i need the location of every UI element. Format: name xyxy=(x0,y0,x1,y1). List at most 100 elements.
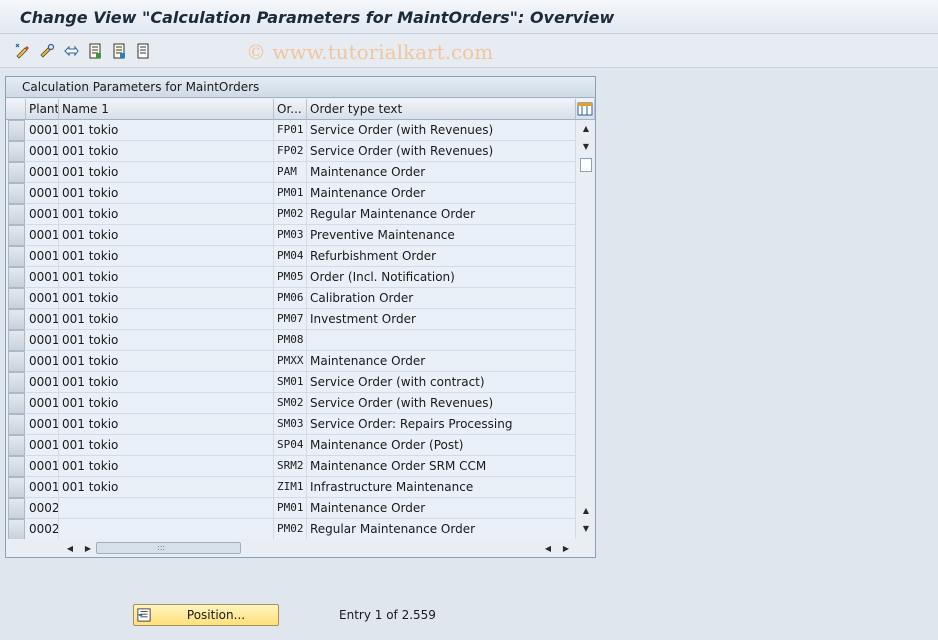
deselect-icon[interactable] xyxy=(134,42,152,60)
cell-order-text[interactable]: Service Order (with Revenues) xyxy=(307,393,576,414)
cell-plant[interactable]: 0001 xyxy=(26,204,59,225)
cell-plant[interactable]: 0001 xyxy=(26,477,59,498)
cell-name[interactable]: 001 tokio xyxy=(59,267,274,288)
cell-name[interactable]: 001 tokio xyxy=(59,414,274,435)
cell-plant[interactable]: 0001 xyxy=(26,393,59,414)
cell-plant[interactable]: 0001 xyxy=(26,288,59,309)
cell-plant[interactable]: 0001 xyxy=(26,372,59,393)
change-display-icon[interactable] xyxy=(14,42,32,60)
row-selector[interactable] xyxy=(8,393,25,414)
cell-name[interactable]: 001 tokio xyxy=(59,183,274,204)
cell-order-type[interactable]: FP01 xyxy=(274,120,307,141)
cell-order-type[interactable]: PMXX xyxy=(274,351,307,372)
table-row[interactable]: 0001 001 tokio PMXX Maintenance Order xyxy=(6,351,595,372)
cell-order-type[interactable]: FP02 xyxy=(274,141,307,162)
cell-order-text[interactable]: Maintenance Order (Post) xyxy=(307,435,576,456)
row-selector[interactable] xyxy=(8,225,25,246)
cell-name[interactable]: 001 tokio xyxy=(59,204,274,225)
row-selector[interactable] xyxy=(8,435,25,456)
refresh-icon[interactable] xyxy=(62,42,80,60)
cell-name[interactable]: 001 tokio xyxy=(59,393,274,414)
table-row[interactable]: 0001 001 tokio PM03 Preventive Maintenance xyxy=(6,225,595,246)
row-selector[interactable] xyxy=(8,414,25,435)
row-selector[interactable] xyxy=(8,204,25,225)
row-selector[interactable] xyxy=(8,162,25,183)
cell-order-type[interactable]: PM02 xyxy=(274,519,307,540)
table-row[interactable]: 0001 001 tokio SM02 Service Order (with Rev… xyxy=(6,393,595,414)
cell-name[interactable]: 001 tokio xyxy=(59,162,274,183)
cell-order-text[interactable]: Refurbishment Order xyxy=(307,246,576,267)
column-header-order-type[interactable]: Or... xyxy=(274,99,307,120)
cell-order-text[interactable]: Maintenance Order xyxy=(307,498,576,519)
table-row[interactable]: 0002 PM01 Maintenance Order xyxy=(6,498,595,519)
cell-order-text[interactable]: Investment Order xyxy=(307,309,576,330)
cell-name[interactable]: 001 tokio xyxy=(59,477,274,498)
cell-order-type[interactable]: ZIM1 xyxy=(274,477,307,498)
cell-plant[interactable]: 0001 xyxy=(26,183,59,204)
table-row[interactable]: 0001 001 tokio FP02 Service Order (with Rev… xyxy=(6,141,595,162)
cell-plant[interactable]: 0001 xyxy=(26,414,59,435)
scroll-up-icon[interactable]: ▲ xyxy=(578,121,594,135)
cell-name[interactable]: 001 tokio xyxy=(59,309,274,330)
row-selector[interactable] xyxy=(8,372,25,393)
other-entries-icon[interactable] xyxy=(38,42,56,60)
table-row[interactable]: 0001 001 tokio PM08 xyxy=(6,330,595,351)
scroll-left-icon[interactable]: ◀ xyxy=(62,541,78,555)
cell-order-text[interactable]: Service Order (with Revenues) xyxy=(307,141,576,162)
cell-plant[interactable]: 0002 xyxy=(26,519,59,540)
row-selector[interactable] xyxy=(8,309,25,330)
cell-order-type[interactable]: PM07 xyxy=(274,309,307,330)
scroll-page-down-icon[interactable]: ▼ xyxy=(578,521,594,535)
cell-name[interactable]: 001 tokio xyxy=(59,456,274,477)
table-row[interactable]: 0001 001 tokio SP04 Maintenance Order (Post… xyxy=(6,435,595,456)
row-selector[interactable] xyxy=(8,141,25,162)
row-selector[interactable] xyxy=(8,330,25,351)
row-selector[interactable] xyxy=(8,183,25,204)
cell-order-type[interactable]: PM08 xyxy=(274,330,307,351)
save-list-icon[interactable] xyxy=(86,42,104,60)
cell-plant[interactable]: 0001 xyxy=(26,435,59,456)
row-selector[interactable] xyxy=(8,477,25,498)
cell-name[interactable]: 001 tokio xyxy=(59,351,274,372)
cell-order-text[interactable]: Service Order: Repairs Processing xyxy=(307,414,576,435)
cell-order-text[interactable]: Infrastructure Maintenance xyxy=(307,477,576,498)
vertical-scrollbar[interactable]: ▲ ▼ ▲ ▼ xyxy=(576,99,594,539)
table-row[interactable]: 0001 001 tokio PM01 Maintenance Order xyxy=(6,183,595,204)
position-button[interactable]: Position... xyxy=(133,604,279,626)
table-row[interactable]: 0001 001 tokio PM06 Calibration Order xyxy=(6,288,595,309)
cell-order-text[interactable] xyxy=(307,330,576,351)
cell-plant[interactable]: 0001 xyxy=(26,330,59,351)
scroll-left-end-icon[interactable]: ◀ xyxy=(540,541,556,555)
table-row[interactable]: 0001 001 tokio FP01 Service Order (with Rev… xyxy=(6,120,595,141)
row-selector[interactable] xyxy=(8,519,25,540)
table-row[interactable]: 0001 001 tokio SRM2 Maintenance Order SRM C… xyxy=(6,456,595,477)
cell-order-text[interactable]: Calibration Order xyxy=(307,288,576,309)
cell-plant[interactable]: 0002 xyxy=(26,498,59,519)
cell-name[interactable]: 001 tokio xyxy=(59,120,274,141)
cell-order-type[interactable]: PM05 xyxy=(274,267,307,288)
cell-order-type[interactable]: SRM2 xyxy=(274,456,307,477)
cell-order-text[interactable]: Regular Maintenance Order xyxy=(307,519,576,540)
scroll-down-icon[interactable]: ▼ xyxy=(578,139,594,153)
cell-name[interactable]: 001 tokio xyxy=(59,330,274,351)
table-row[interactable]: 0001 001 tokio PM05 Order (Incl. Notificati… xyxy=(6,267,595,288)
cell-plant[interactable]: 0001 xyxy=(26,351,59,372)
row-selector[interactable] xyxy=(8,120,25,141)
cell-plant[interactable]: 0001 xyxy=(26,246,59,267)
cell-order-text[interactable]: Maintenance Order xyxy=(307,183,576,204)
cell-order-type[interactable]: PM03 xyxy=(274,225,307,246)
cell-name[interactable]: 001 tokio xyxy=(59,372,274,393)
cell-order-type[interactable]: SM01 xyxy=(274,372,307,393)
table-row[interactable]: 0001 001 tokio SM03 Service Order: Repairs … xyxy=(6,414,595,435)
row-selector[interactable] xyxy=(8,498,25,519)
cell-order-text[interactable]: Regular Maintenance Order xyxy=(307,204,576,225)
column-header-order-text[interactable]: Order type text xyxy=(307,99,576,120)
cell-plant[interactable]: 0001 xyxy=(26,456,59,477)
horizontal-scrollbar[interactable]: ◀ ▶ ::: ◀ ▶ xyxy=(6,539,595,557)
cell-name[interactable]: 001 tokio xyxy=(59,288,274,309)
column-header-plant[interactable]: Plant xyxy=(26,99,59,120)
scroll-page-up-icon[interactable]: ▲ xyxy=(578,503,594,517)
cell-order-text[interactable]: Maintenance Order xyxy=(307,351,576,372)
scroll-thumb[interactable] xyxy=(580,158,592,172)
table-row[interactable]: 0001 001 tokio SM01 Service Order (with con… xyxy=(6,372,595,393)
